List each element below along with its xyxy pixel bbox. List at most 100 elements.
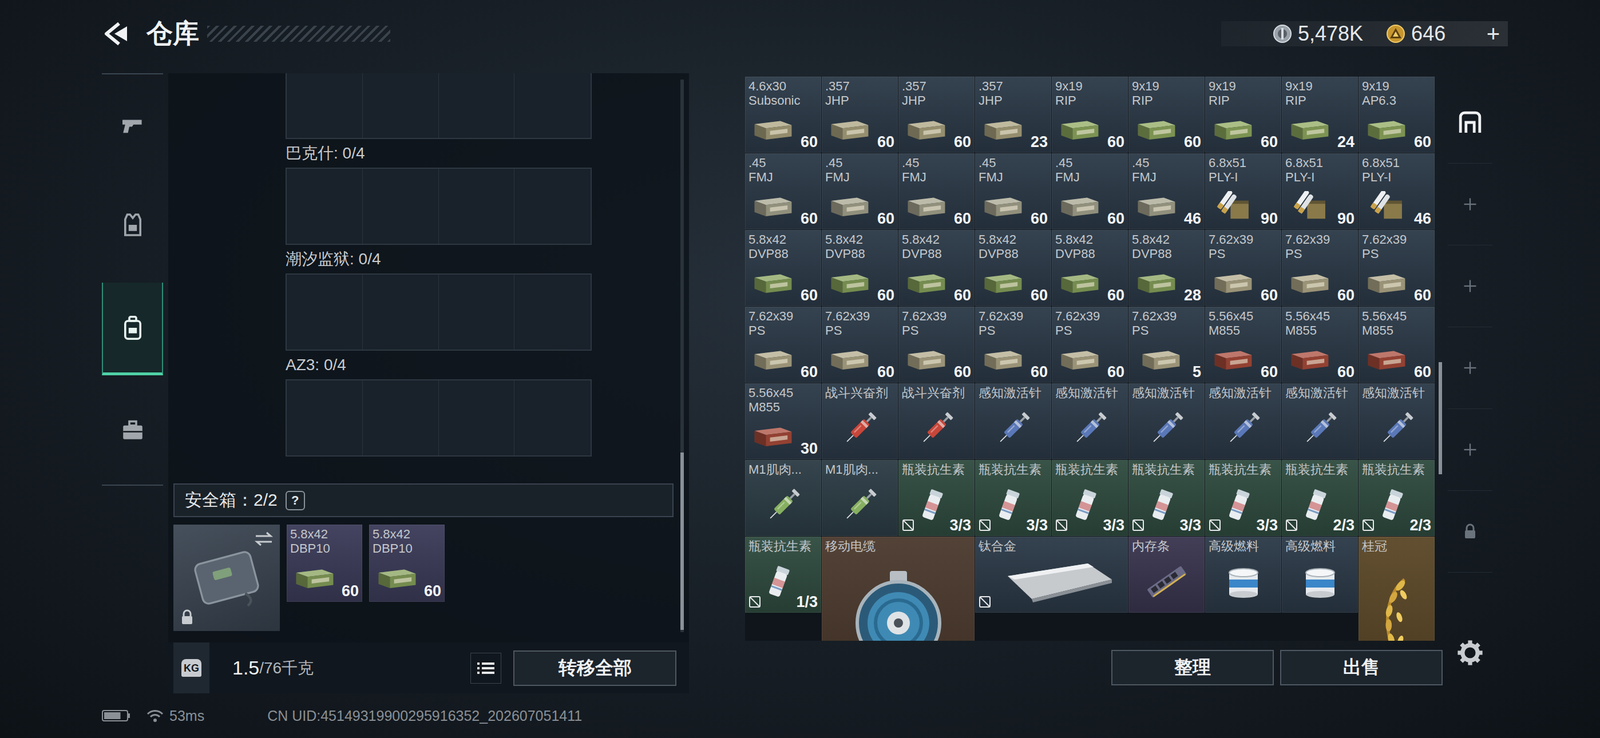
stash-item[interactable]: 感知激活针 — [1051, 383, 1128, 460]
stash-item[interactable]: 5.56x45M855 60 — [1281, 306, 1358, 383]
empty-slot[interactable] — [438, 168, 516, 244]
empty-slot[interactable] — [362, 73, 439, 138]
stash-item[interactable]: 瓶装抗生素 3/3 — [1051, 460, 1128, 537]
stash-item[interactable]: 9x19RIP 60 — [1051, 76, 1128, 153]
stash-item[interactable]: 5.8x42DVP88 60 — [745, 230, 822, 307]
stash-item[interactable]: .357JHP 60 — [898, 76, 975, 153]
stash-tab[interactable] — [1447, 490, 1493, 573]
stash-item[interactable]: 钛合金 — [975, 536, 1128, 613]
stash-item[interactable]: 瓶装抗生素 3/3 — [1205, 460, 1282, 537]
stash-item[interactable]: M1肌肉... — [821, 460, 898, 537]
stash-item[interactable]: 战斗兴奋剂 — [898, 383, 975, 460]
list-view-button[interactable] — [470, 652, 502, 684]
stash-item[interactable]: 感知激活针 — [1358, 383, 1435, 460]
safe-box-case[interactable] — [173, 524, 280, 632]
stash-tab[interactable] — [1447, 81, 1493, 164]
stash-tab[interactable] — [1447, 163, 1493, 246]
stash-item[interactable]: 5.56x45M855 30 — [745, 383, 822, 460]
stash-item[interactable]: 移动电缆 — [821, 536, 975, 641]
empty-slot[interactable] — [362, 380, 439, 456]
stash-item[interactable]: 9x19RIP 60 — [1205, 76, 1282, 153]
stash-item[interactable]: 瓶装抗生素 3/3 — [898, 460, 975, 537]
stash-item[interactable]: 5.8x42DVP88 60 — [821, 230, 898, 307]
empty-slot[interactable] — [286, 73, 363, 138]
back-arrow-icon[interactable] — [101, 20, 132, 47]
stash-item[interactable]: 高级燃料 — [1281, 536, 1358, 613]
scrollbar[interactable] — [1438, 362, 1443, 475]
stash-item[interactable]: 5.8x42DVP88 60 — [975, 230, 1052, 307]
stash-item[interactable]: 内存条 — [1128, 536, 1205, 613]
stash-item[interactable]: 感知激活针 — [1205, 383, 1282, 460]
action-button[interactable]: 出售 — [1280, 650, 1443, 686]
stash-item[interactable]: 9x19AP6.3 60 — [1358, 76, 1435, 153]
stash-item[interactable]: 6.8x51PLY-I 46 — [1358, 153, 1435, 230]
stash-item[interactable]: .45FMJ 60 — [745, 153, 822, 230]
empty-slot[interactable] — [514, 274, 591, 350]
stash-item[interactable]: 感知激活针 — [1128, 383, 1205, 460]
transfer-all-button[interactable]: 转移全部 — [513, 650, 677, 687]
add-currency-button[interactable]: + — [1486, 21, 1500, 47]
stash-item[interactable]: .357JHP 60 — [821, 76, 898, 153]
stash-item[interactable]: 9x19RIP 24 — [1281, 76, 1358, 153]
stash-item[interactable]: 战斗兴奋剂 — [821, 383, 898, 460]
action-button[interactable]: 整理 — [1111, 650, 1274, 686]
stash-item[interactable]: .45FMJ 60 — [1051, 153, 1128, 230]
category-tab[interactable] — [101, 375, 164, 485]
stash-item[interactable]: 5.56x45M855 60 — [1205, 306, 1282, 383]
empty-slot[interactable] — [362, 274, 439, 350]
stash-tab[interactable] — [1447, 327, 1493, 410]
stash-item[interactable]: 感知激活针 — [975, 383, 1052, 460]
stash-item[interactable]: 7.62x39PS 60 — [1281, 230, 1358, 307]
stash-item[interactable]: .45FMJ 60 — [898, 153, 975, 230]
stash-item[interactable]: 高级燃料 — [1205, 536, 1282, 613]
stash-item[interactable]: 5.8x42DBP10 60 — [286, 524, 363, 603]
stash-item[interactable]: 4.6x30Subsonic 60 — [745, 76, 822, 153]
empty-slot[interactable] — [514, 380, 591, 456]
settings-button[interactable] — [1447, 635, 1493, 671]
stash-tab[interactable] — [1447, 245, 1493, 328]
stash-item[interactable]: 瓶装抗生素 1/3 — [745, 536, 822, 613]
help-button[interactable]: ? — [285, 490, 306, 511]
stash-item[interactable]: 瓶装抗生素 3/3 — [975, 460, 1052, 537]
stash-item[interactable]: .357JHP 23 — [975, 76, 1052, 153]
stash-item[interactable]: .45FMJ 60 — [821, 153, 898, 230]
stash-item[interactable]: 瓶装抗生素 2/3 — [1358, 460, 1435, 537]
stash-item[interactable]: 5.56x45M855 60 — [1358, 306, 1435, 383]
category-tab[interactable] — [101, 74, 164, 177]
empty-slot[interactable] — [514, 73, 591, 138]
stash-item[interactable]: 7.62x39PS 5 — [1128, 306, 1205, 383]
stash-item[interactable]: 9x19RIP 60 — [1128, 76, 1205, 153]
stash-item[interactable]: .45FMJ 46 — [1128, 153, 1205, 230]
stash-item[interactable]: 5.8x42DVP88 60 — [1051, 230, 1128, 307]
stash-item[interactable]: 7.62x39PS 60 — [1358, 230, 1435, 307]
stash-tab[interactable] — [1447, 409, 1493, 491]
swap-icon[interactable] — [253, 530, 275, 548]
category-tab[interactable] — [101, 282, 164, 376]
stash-item[interactable]: 5.8x42DVP88 28 — [1128, 230, 1205, 307]
stash-item[interactable]: 7.62x39PS 60 — [1051, 306, 1128, 383]
stash-item[interactable]: 桂冠 — [1358, 536, 1435, 641]
scrollbar[interactable] — [680, 79, 684, 633]
empty-slot[interactable] — [514, 168, 591, 244]
stash-item[interactable]: 7.62x39PS 60 — [745, 306, 822, 383]
category-tab[interactable] — [101, 176, 164, 274]
empty-slot[interactable] — [438, 274, 516, 350]
stash-item[interactable]: 6.8x51PLY-I 90 — [1205, 153, 1282, 230]
stash-item[interactable]: 瓶装抗生素 2/3 — [1281, 460, 1358, 537]
empty-slot[interactable] — [286, 380, 363, 456]
stash-item[interactable]: 5.8x42DVP88 60 — [898, 230, 975, 307]
stash-item[interactable]: 7.62x39PS 60 — [898, 306, 975, 383]
empty-slot[interactable] — [438, 380, 516, 456]
stash-item[interactable]: 瓶装抗生素 3/3 — [1128, 460, 1205, 537]
empty-slot[interactable] — [362, 168, 439, 244]
stash-item[interactable]: M1肌肉... — [745, 460, 822, 537]
empty-slot[interactable] — [286, 274, 363, 350]
stash-item[interactable]: 6.8x51PLY-I 90 — [1281, 153, 1358, 230]
empty-slot[interactable] — [438, 73, 516, 138]
stash-item[interactable]: 感知激活针 — [1281, 383, 1358, 460]
stash-item[interactable]: 7.62x39PS 60 — [975, 306, 1052, 383]
stash-item[interactable]: .45FMJ 60 — [975, 153, 1052, 230]
empty-slot[interactable] — [286, 168, 363, 244]
stash-item[interactable]: 7.62x39PS 60 — [821, 306, 898, 383]
stash-item[interactable]: 7.62x39PS 60 — [1205, 230, 1282, 307]
